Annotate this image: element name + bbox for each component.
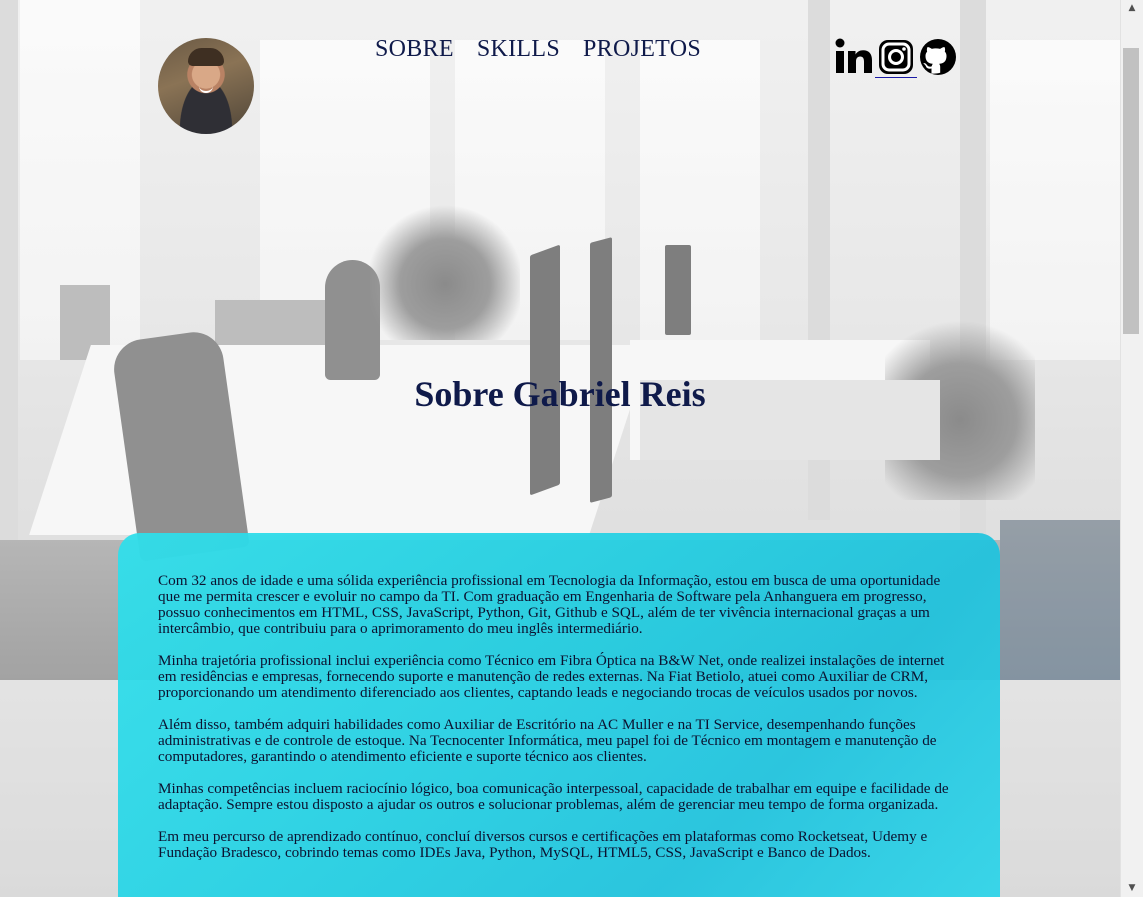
avatar-hair [188, 48, 224, 66]
instagram-link[interactable] [877, 37, 915, 77]
linkedin-link[interactable] [835, 37, 873, 77]
about-paragraph: Com 32 anos de idade e uma sólida experi… [158, 572, 941, 637]
scrollbar-thumb[interactable] [1123, 48, 1139, 334]
about-title: Sobre Gabriel Reis [414, 374, 706, 414]
profile-avatar [158, 38, 254, 134]
about-paragraph: Minhas competências incluem raciocínio l… [158, 780, 949, 813]
social-links [835, 37, 957, 78]
about-paragraph: Além disso, também adquiri habilidades c… [158, 716, 937, 765]
link-underline [875, 77, 917, 78]
instagram-icon [879, 40, 913, 74]
about-paragraph: Minha trajetória profissional inclui exp… [158, 652, 945, 701]
github-link[interactable] [919, 37, 957, 77]
about-paragraph: Em meu percurso de aprendizado contínuo,… [158, 828, 928, 861]
about-text: Com 32 anos de idade e uma sólida experi… [158, 573, 960, 877]
nav-link-sobre[interactable]: SOBRE [375, 36, 454, 63]
avatar-smile [199, 86, 213, 93]
nav-link-skills[interactable]: SKILLS [477, 36, 560, 63]
nav-link-projetos[interactable]: PROJETOS [583, 36, 701, 63]
scroll-up-arrow-icon[interactable]: ▲ [1121, 0, 1143, 17]
linkedin-icon [835, 38, 872, 73]
github-icon [920, 39, 956, 75]
main-nav: SOBRE SKILLS PROJETOS [375, 36, 701, 63]
scroll-down-arrow-icon[interactable]: ▼ [1121, 880, 1143, 897]
page-scrollbar[interactable]: ▲ ▼ [1120, 0, 1143, 897]
